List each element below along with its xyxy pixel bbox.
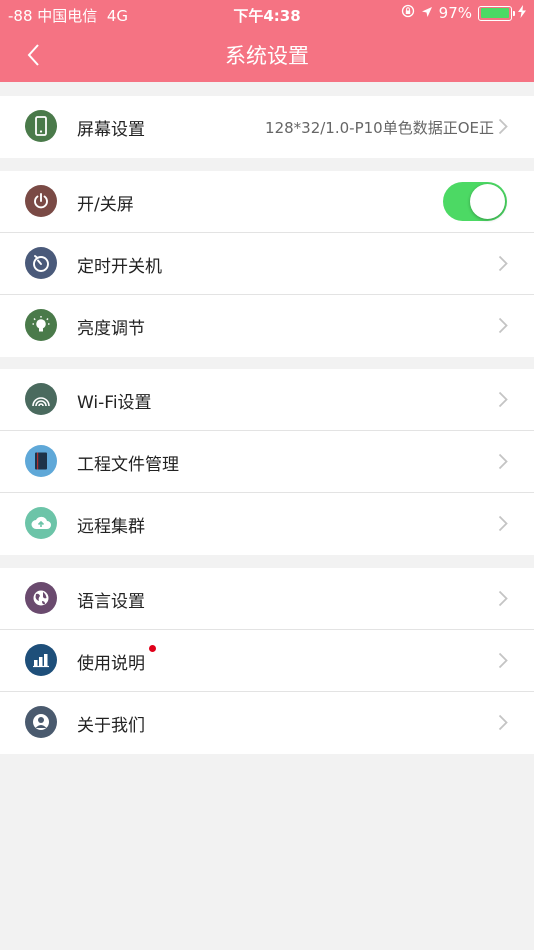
chevron-right-icon	[498, 391, 508, 408]
instructions-label: 使用说明	[77, 654, 145, 674]
battery-icon	[478, 5, 515, 21]
new-badge-dot	[149, 645, 156, 652]
notebook-icon	[25, 445, 57, 477]
chevron-right-icon	[498, 118, 508, 135]
scheduled-power-row[interactable]: 定时开关机	[0, 233, 534, 295]
brightness-row[interactable]: 亮度调节	[0, 295, 534, 357]
battery-percent: 97%	[438, 4, 472, 22]
language-label: 语言设置	[77, 592, 145, 612]
wifi-settings-label: Wi-Fi设置	[77, 393, 152, 413]
chevron-right-icon	[498, 714, 508, 731]
wifi-icon	[25, 383, 57, 415]
chevron-right-icon	[498, 317, 508, 334]
settings-group-network: Wi-Fi设置 工程文件管理 远程集群	[0, 369, 534, 555]
chevron-left-icon	[27, 44, 39, 66]
chart-icon	[25, 644, 57, 676]
instructions-row[interactable]: 使用说明	[0, 630, 534, 692]
page-title: 系统设置	[225, 44, 309, 68]
wifi-settings-row[interactable]: Wi-Fi设置	[0, 369, 534, 431]
power-icon	[25, 185, 57, 217]
chevron-right-icon	[498, 453, 508, 470]
cloud-upload-icon	[25, 507, 57, 539]
user-icon	[25, 706, 57, 738]
remote-cluster-label: 远程集群	[77, 517, 145, 537]
screen-power-row: 开/关屏	[0, 171, 534, 233]
carrier-label: -88 中国电信	[8, 7, 98, 25]
orientation-lock-icon	[401, 4, 415, 22]
phone-icon	[25, 110, 57, 142]
chevron-right-icon	[498, 590, 508, 607]
header-bar: -88 中国电信 4G 下午4:38 97% 系统设置	[0, 0, 534, 82]
globe-icon	[25, 582, 57, 614]
about-us-row[interactable]: 关于我们	[0, 692, 534, 754]
language-row[interactable]: 语言设置	[0, 568, 534, 630]
chevron-right-icon	[498, 515, 508, 532]
location-arrow-icon	[421, 4, 433, 22]
screen-settings-row[interactable]: 屏幕设置 128*32/1.0-P10单色数据正OE正	[0, 96, 534, 158]
chevron-right-icon	[498, 255, 508, 272]
bulb-icon	[25, 309, 57, 341]
brightness-label: 亮度调节	[77, 319, 145, 339]
project-files-row[interactable]: 工程文件管理	[0, 431, 534, 493]
timer-icon	[25, 247, 57, 279]
remote-cluster-row[interactable]: 远程集群	[0, 493, 534, 555]
screen-settings-value: 128*32/1.0-P10单色数据正OE正	[265, 119, 494, 137]
status-bar: -88 中国电信 4G 下午4:38 97%	[0, 0, 534, 28]
screen-power-label: 开/关屏	[77, 195, 134, 215]
scheduled-power-label: 定时开关机	[77, 257, 162, 277]
settings-group-display: 屏幕设置 128*32/1.0-P10单色数据正OE正	[0, 96, 534, 158]
project-files-label: 工程文件管理	[77, 455, 179, 475]
back-button[interactable]	[18, 38, 48, 72]
about-us-label: 关于我们	[77, 716, 145, 736]
settings-group-about: 语言设置 使用说明 关于我们	[0, 568, 534, 754]
screen-settings-label: 屏幕设置	[77, 120, 145, 140]
settings-group-power: 开/关屏 定时开关机 亮度调节	[0, 171, 534, 357]
chevron-right-icon	[498, 652, 508, 669]
charging-bolt-icon	[518, 4, 526, 22]
network-label: 4G	[106, 7, 128, 25]
screen-power-toggle[interactable]	[443, 182, 507, 221]
